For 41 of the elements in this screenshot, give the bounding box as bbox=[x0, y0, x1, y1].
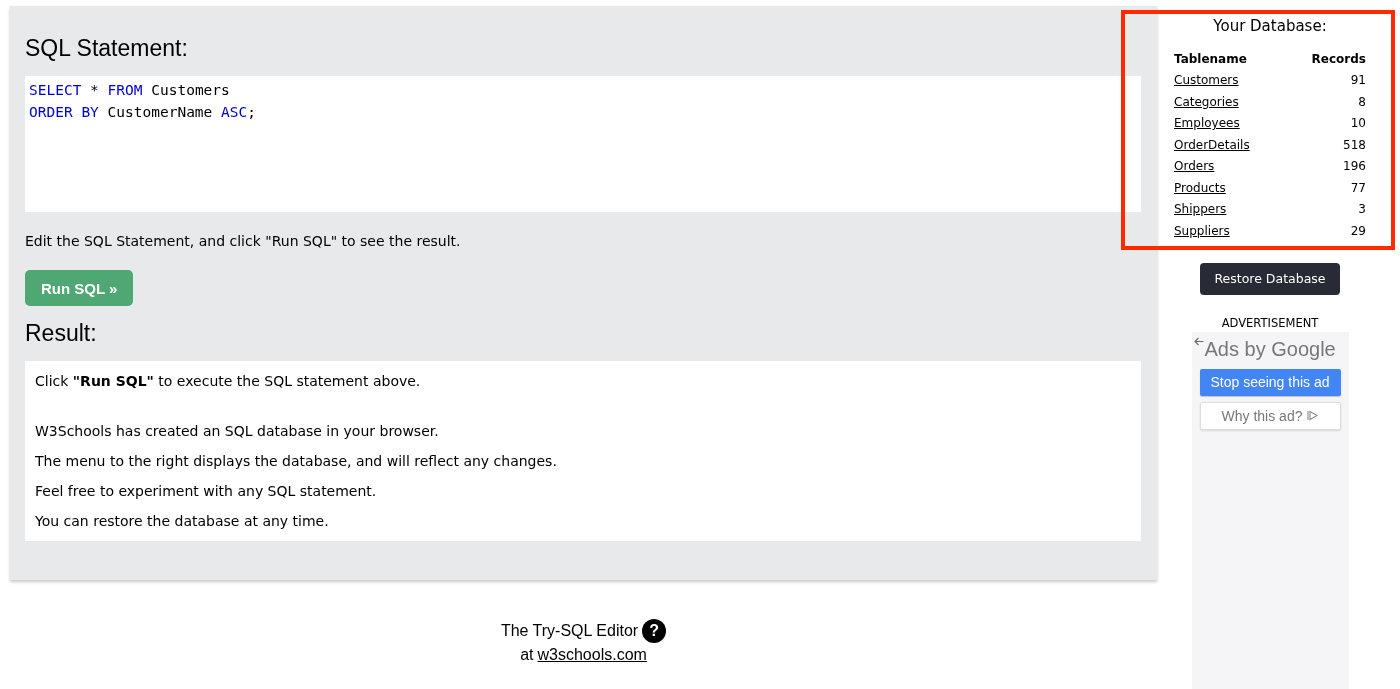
column-header: Tablename bbox=[1174, 51, 1247, 66]
table-link[interactable]: OrderDetails bbox=[1174, 137, 1250, 152]
section-heading: SQL Statement: bbox=[25, 34, 189, 62]
record-count: 10 bbox=[1350, 116, 1366, 131]
database-title: Your Database: bbox=[1213, 16, 1327, 36]
result-text: W3Schools has created an SQL database in your browser. bbox=[35, 422, 440, 441]
record-count: 196 bbox=[1343, 159, 1366, 174]
ad-button[interactable]: Why this ad? bbox=[1199, 401, 1341, 430]
help-button[interactable]: ? bbox=[642, 619, 667, 643]
sql-editor[interactable]: SELECT * FROM Customers ORDER BY CustomerName ASC; bbox=[25, 76, 1141, 212]
table-link[interactable]: Employees bbox=[1174, 116, 1240, 131]
record-count: 8 bbox=[1358, 94, 1366, 109]
code-line: ORDER BY CustomerName ASC; bbox=[29, 103, 257, 122]
result-text: The menu to the right displays the database, and will reflect any changes. bbox=[35, 452, 558, 471]
restore-database-button[interactable]: Restore Database bbox=[1200, 262, 1340, 295]
code-line: SELECT * FROM Customers bbox=[29, 81, 231, 100]
table-link[interactable]: Customers bbox=[1174, 73, 1239, 88]
record-count: 29 bbox=[1350, 223, 1366, 238]
record-count: 77 bbox=[1350, 180, 1366, 195]
result-text: Click "Run SQL" to execute the SQL statement above. bbox=[35, 372, 422, 391]
footer-text: at bbox=[520, 645, 534, 665]
section-heading: Result: bbox=[25, 319, 98, 347]
back-arrow-icon[interactable] bbox=[1193, 336, 1204, 346]
table-link[interactable]: Products bbox=[1174, 180, 1226, 195]
column-header: Records bbox=[1311, 51, 1366, 66]
ad-brand-text: Ads by Google bbox=[1204, 336, 1336, 362]
advertisement-label: ADVERTISEMENT bbox=[1221, 314, 1319, 331]
table-link[interactable]: Suppliers bbox=[1174, 223, 1230, 238]
ad-button[interactable]: Stop seeing this ad bbox=[1199, 368, 1341, 396]
record-count: 91 bbox=[1350, 73, 1366, 88]
instruction-text: Edit the SQL Statement, and click "Run SQL" to see the result. bbox=[25, 232, 462, 251]
footer-text: The Try-SQL Editor bbox=[500, 621, 639, 641]
triangle-icon bbox=[1307, 410, 1319, 421]
table-link[interactable]: Orders bbox=[1174, 159, 1215, 174]
site-link[interactable]: w3schools.com bbox=[537, 643, 647, 667]
table-link[interactable]: Categories bbox=[1174, 94, 1239, 109]
result-text: Feel free to experiment with any SQL statement. bbox=[35, 482, 378, 501]
result-text: You can restore the database at any time. bbox=[35, 512, 330, 531]
record-count: 518 bbox=[1343, 137, 1366, 152]
record-count: 3 bbox=[1358, 202, 1366, 217]
table-link[interactable]: Shippers bbox=[1174, 202, 1227, 217]
